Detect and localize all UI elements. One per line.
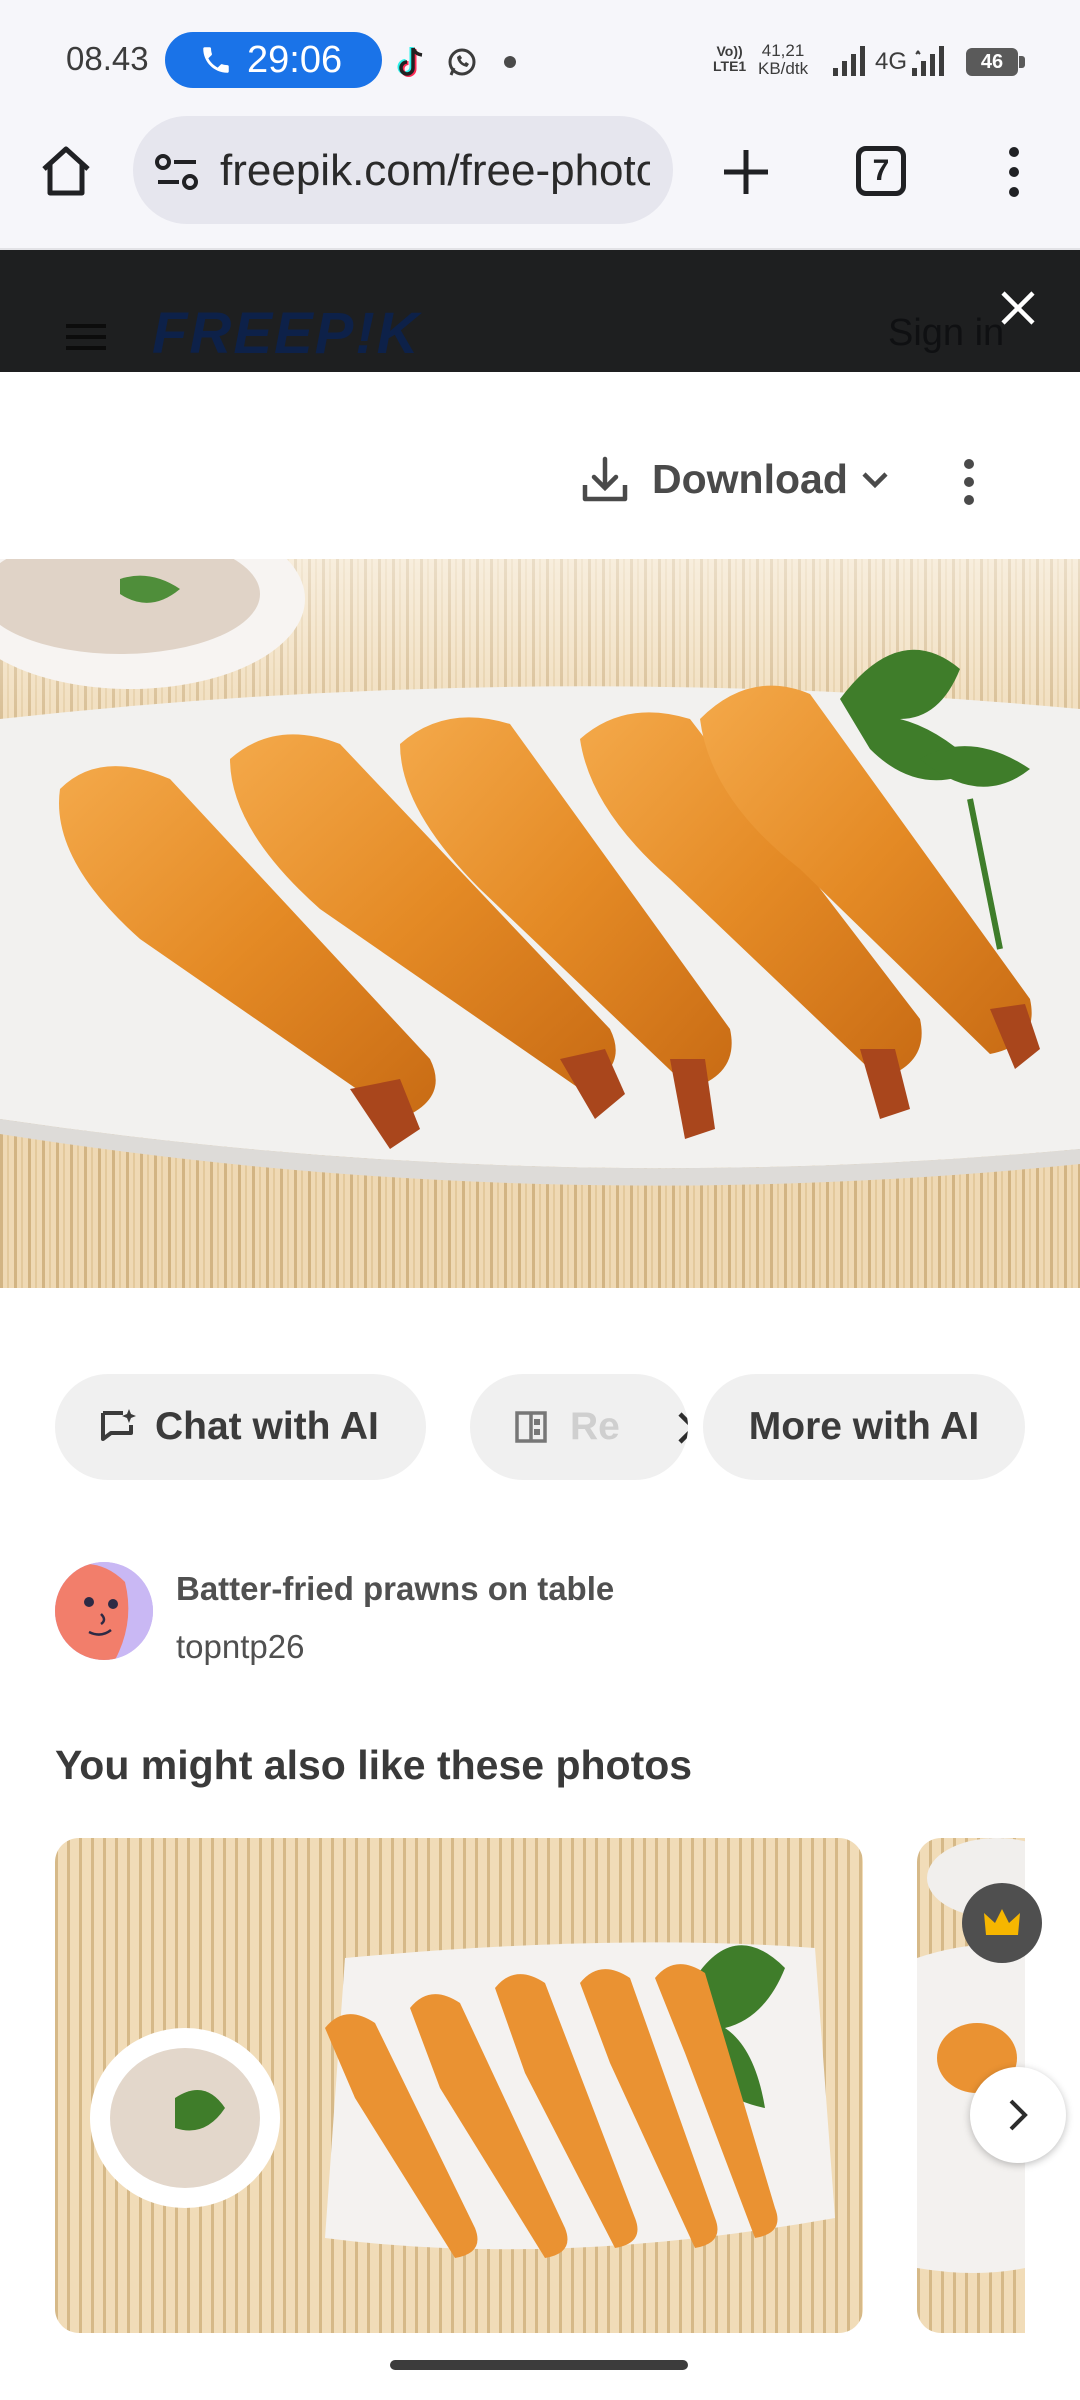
photo-title: Batter-fried prawns on table <box>176 1570 615 1607</box>
url-text[interactable]: freepik.com/free-photo/batter-fried-praw… <box>220 146 650 196</box>
author-avatar[interactable] <box>55 1562 153 1660</box>
more-with-ai-chip[interactable]: More with AI <box>703 1374 1025 1480</box>
more-with-ai-label: More with AI <box>748 1405 980 1448</box>
call-timer: 29:06 <box>247 38 343 81</box>
status-time: 08.43 <box>66 40 149 77</box>
site-settings-icon[interactable] <box>154 152 200 192</box>
home-indicator[interactable] <box>390 2360 688 2370</box>
network-speed: 41,21 KB/dtk <box>758 42 808 78</box>
battery-icon: 46 <box>966 48 1026 76</box>
chevron-right-icon[interactable] <box>674 1410 688 1446</box>
home-icon[interactable] <box>36 141 96 201</box>
chevron-down-icon[interactable] <box>860 468 890 492</box>
volte-indicator: Vo)) LTE1 <box>713 44 746 74</box>
retouch-label: Re <box>570 1405 620 1448</box>
retouch-chip[interactable]: Re <box>470 1374 688 1480</box>
ai-chat-icon <box>101 1409 136 1441</box>
main-photo[interactable] <box>0 559 1080 1288</box>
download-button[interactable]: Download <box>652 456 848 503</box>
tab-switcher-button[interactable]: 7 <box>856 146 906 196</box>
avatar-face-icon <box>55 1562 153 1660</box>
phone-icon <box>203 47 229 73</box>
more-options-icon[interactable] <box>956 458 982 506</box>
notification-dot <box>504 56 516 68</box>
download-icon[interactable] <box>580 455 630 505</box>
tiktok-icon <box>397 47 423 77</box>
browser-menu-icon[interactable] <box>1000 144 1028 200</box>
author-name[interactable]: topntp26 <box>176 1628 304 1666</box>
new-tab-icon[interactable] <box>716 142 776 202</box>
premium-badge <box>962 1883 1042 1963</box>
retouch-icon <box>515 1411 547 1443</box>
crown-icon <box>984 1909 1020 1935</box>
volte-line2: LTE1 <box>713 58 747 74</box>
chat-with-ai-label: Chat with AI <box>155 1405 379 1448</box>
whatsapp-icon <box>448 48 476 76</box>
related-photo-card[interactable] <box>55 1838 863 2333</box>
signal-icon-2 <box>912 46 944 76</box>
chevron-right-icon <box>1009 2099 1028 2131</box>
freepik-logo[interactable]: FREEP!K <box>152 300 421 367</box>
signal-icon <box>833 46 865 76</box>
speed-unit: KB/dtk <box>758 59 809 78</box>
network-type: 4G <box>875 48 908 75</box>
related-heading: You might also like these photos <box>55 1742 693 1788</box>
chat-with-ai-chip[interactable]: Chat with AI <box>55 1374 426 1480</box>
ongoing-call-pill[interactable]: 29:06 <box>165 32 382 88</box>
close-icon[interactable] <box>998 288 1038 328</box>
battery-level: 46 <box>966 48 1018 76</box>
speed-value: 41,21 <box>761 41 805 60</box>
volte-line1: Vo)) <box>716 43 743 59</box>
menu-icon[interactable] <box>66 322 108 352</box>
carousel-next-button[interactable] <box>970 2067 1066 2163</box>
sign-in-link[interactable]: Sign in <box>888 312 1004 355</box>
